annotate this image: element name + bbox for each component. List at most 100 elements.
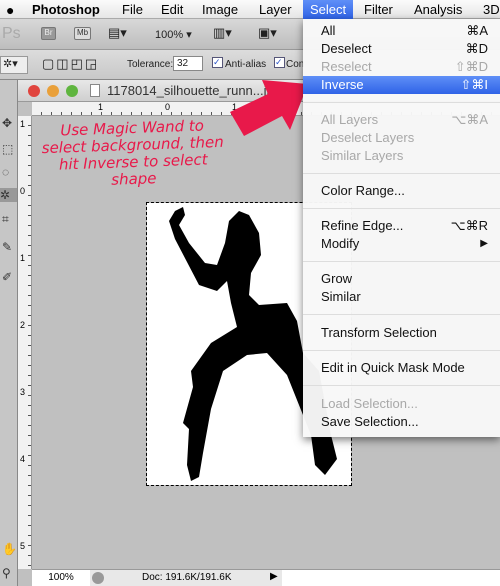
label: Refine Edge... [321, 218, 404, 233]
crop-tool-icon[interactable]: ⌗ [2, 212, 9, 227]
vertical-ruler: 1 0 1 2 3 4 5 [18, 116, 32, 569]
ruler-label: 2 [20, 320, 26, 330]
label: Grow [321, 271, 353, 286]
label: All Layers [321, 112, 379, 127]
status-menu-arrow[interactable]: ▶ [270, 571, 278, 582]
brush-tool-icon[interactable]: ✐ [2, 270, 12, 284]
magic-wand-preset-icon[interactable]: ✲▾ [0, 56, 28, 74]
menu-item-deselect[interactable]: Deselect ⌘D [303, 40, 500, 58]
mini-bridge-button[interactable]: Mb [74, 27, 91, 40]
separator [303, 208, 500, 209]
menu-item-similar[interactable]: Similar [303, 288, 500, 306]
separator [303, 102, 500, 103]
submenu-arrow-icon: ▶ [480, 238, 488, 249]
menu-edit[interactable]: Edit [161, 2, 183, 17]
separator [303, 385, 500, 386]
menu-select[interactable]: Select [303, 0, 354, 19]
label: Reselect [321, 59, 372, 74]
label: Modify [321, 236, 360, 251]
menu-item-deselect-layers: Deselect Layers [303, 129, 500, 147]
separator [303, 350, 500, 351]
menu-item-color-range[interactable]: Color Range... [303, 182, 500, 200]
ruler-label: 3 [20, 387, 26, 397]
ruler-label: 1 [98, 102, 104, 112]
annotation-text: Use Magic Wand to select background, the… [41, 116, 224, 189]
ruler-label: 5 [20, 541, 26, 551]
magic-wand-tool-icon[interactable]: ✲ [0, 188, 17, 202]
menu-analysis[interactable]: Analysis [414, 2, 462, 17]
arrow-annotation-icon [230, 80, 308, 136]
label: Save Selection... [321, 414, 419, 429]
antialias-label: Anti-alias [225, 59, 267, 70]
label: Load Selection... [321, 396, 418, 411]
menu-filter[interactable]: Filter [364, 2, 393, 17]
menu-item-grow[interactable]: Grow [303, 270, 500, 288]
separator [303, 314, 500, 315]
menu-item-all[interactable]: All ⌘A [303, 22, 500, 40]
menu-item-all-layers: All Layers ⌥⌘A [303, 111, 500, 129]
shortcut: ⇧⌘I [460, 77, 488, 92]
menu-item-save-selection[interactable]: Save Selection... [303, 413, 500, 431]
zoom-field[interactable]: 100% [32, 570, 90, 586]
close-button[interactable] [28, 85, 40, 97]
label: Color Range... [321, 183, 405, 198]
menu-item-modify[interactable]: Modify ▶ [303, 235, 500, 253]
shortcut: ⌥⌘R [450, 218, 488, 233]
menu-file[interactable]: File [122, 2, 143, 17]
minimize-button[interactable] [47, 85, 59, 97]
shortcut: ⌘D [465, 41, 488, 56]
zoom-level-dropdown[interactable]: 100% ▾ [155, 28, 192, 41]
lasso-tool-icon[interactable]: ◌ [2, 165, 9, 179]
file-icon [90, 84, 100, 97]
contiguous-checkbox[interactable]: ✓ [274, 57, 285, 68]
ruler-label: 1 [20, 119, 26, 129]
menu-item-inverse[interactable]: Inverse ⇧⌘I [303, 76, 500, 94]
antialias-checkbox[interactable]: ✓ [212, 57, 223, 68]
ruler-label: 4 [20, 454, 26, 464]
zoom-button[interactable] [66, 85, 78, 97]
eyedropper-tool-icon[interactable]: ✎ [2, 240, 12, 254]
label: Deselect Layers [321, 130, 415, 145]
menu-item-reselect: Reselect ⇧⌘D [303, 58, 500, 76]
menu-layer[interactable]: Layer [259, 2, 292, 17]
shortcut: ⌘A [466, 23, 488, 38]
contiguous-label: Con [286, 59, 305, 70]
tools-panel: ✥ ⬚ ◌ ✲ ⌗ ✎ ✐ ✋ ⚲ [0, 80, 18, 586]
menu-image[interactable]: Image [202, 2, 238, 17]
label: All [321, 23, 336, 38]
ruler-label: 1 [20, 253, 26, 263]
arrange-documents-icon[interactable]: ▥▾ [213, 25, 232, 41]
tolerance-input[interactable]: 32 [173, 56, 203, 71]
selection-mode-icons[interactable]: ▢◫◰◲ [42, 56, 99, 72]
menu-item-refine-edge[interactable]: Refine Edge... ⌥⌘R [303, 217, 500, 235]
status-bar: 100% Doc: 191.6K/191.6K ▶ [32, 569, 500, 586]
status-blank [282, 570, 500, 586]
menu-item-transform-selection[interactable]: Transform Selection [303, 324, 500, 342]
move-tool-icon[interactable]: ✥ [2, 116, 12, 130]
screen-mode-icon[interactable]: ▣▾ [258, 25, 277, 41]
marquee-tool-icon[interactable]: ⬚ [2, 142, 13, 156]
status-icon[interactable] [92, 572, 104, 584]
bridge-button[interactable]: Br [41, 27, 56, 40]
tolerance-label: Tolerance: [127, 59, 174, 70]
menu-bar: ● Photoshop File Edit Image Layer Select… [0, 0, 500, 19]
shortcut: ⌥⌘A [451, 112, 488, 127]
menu-3d[interactable]: 3D [483, 2, 500, 17]
ps-logo: Ps [2, 25, 21, 42]
label: Deselect [321, 41, 372, 56]
label: Inverse [321, 77, 364, 92]
label: Edit in Quick Mask Mode [321, 360, 465, 375]
hand-tool-icon[interactable]: ✋ [2, 542, 17, 556]
shortcut: ⇧⌘D [454, 59, 488, 74]
apple-icon[interactable]: ● [6, 2, 14, 18]
menu-item-quick-mask[interactable]: Edit in Quick Mask Mode [303, 359, 500, 377]
ruler-label: 0 [20, 186, 26, 196]
zoom-tool-icon[interactable]: ⚲ [2, 566, 11, 580]
menu-app[interactable]: Photoshop [32, 2, 100, 17]
label: Similar Layers [321, 148, 404, 163]
separator [303, 261, 500, 262]
label: Transform Selection [321, 325, 437, 340]
menu-item-similar-layers: Similar Layers [303, 147, 500, 165]
label: Similar [321, 289, 361, 304]
view-extras-icon[interactable]: ▤▾ [108, 25, 127, 41]
